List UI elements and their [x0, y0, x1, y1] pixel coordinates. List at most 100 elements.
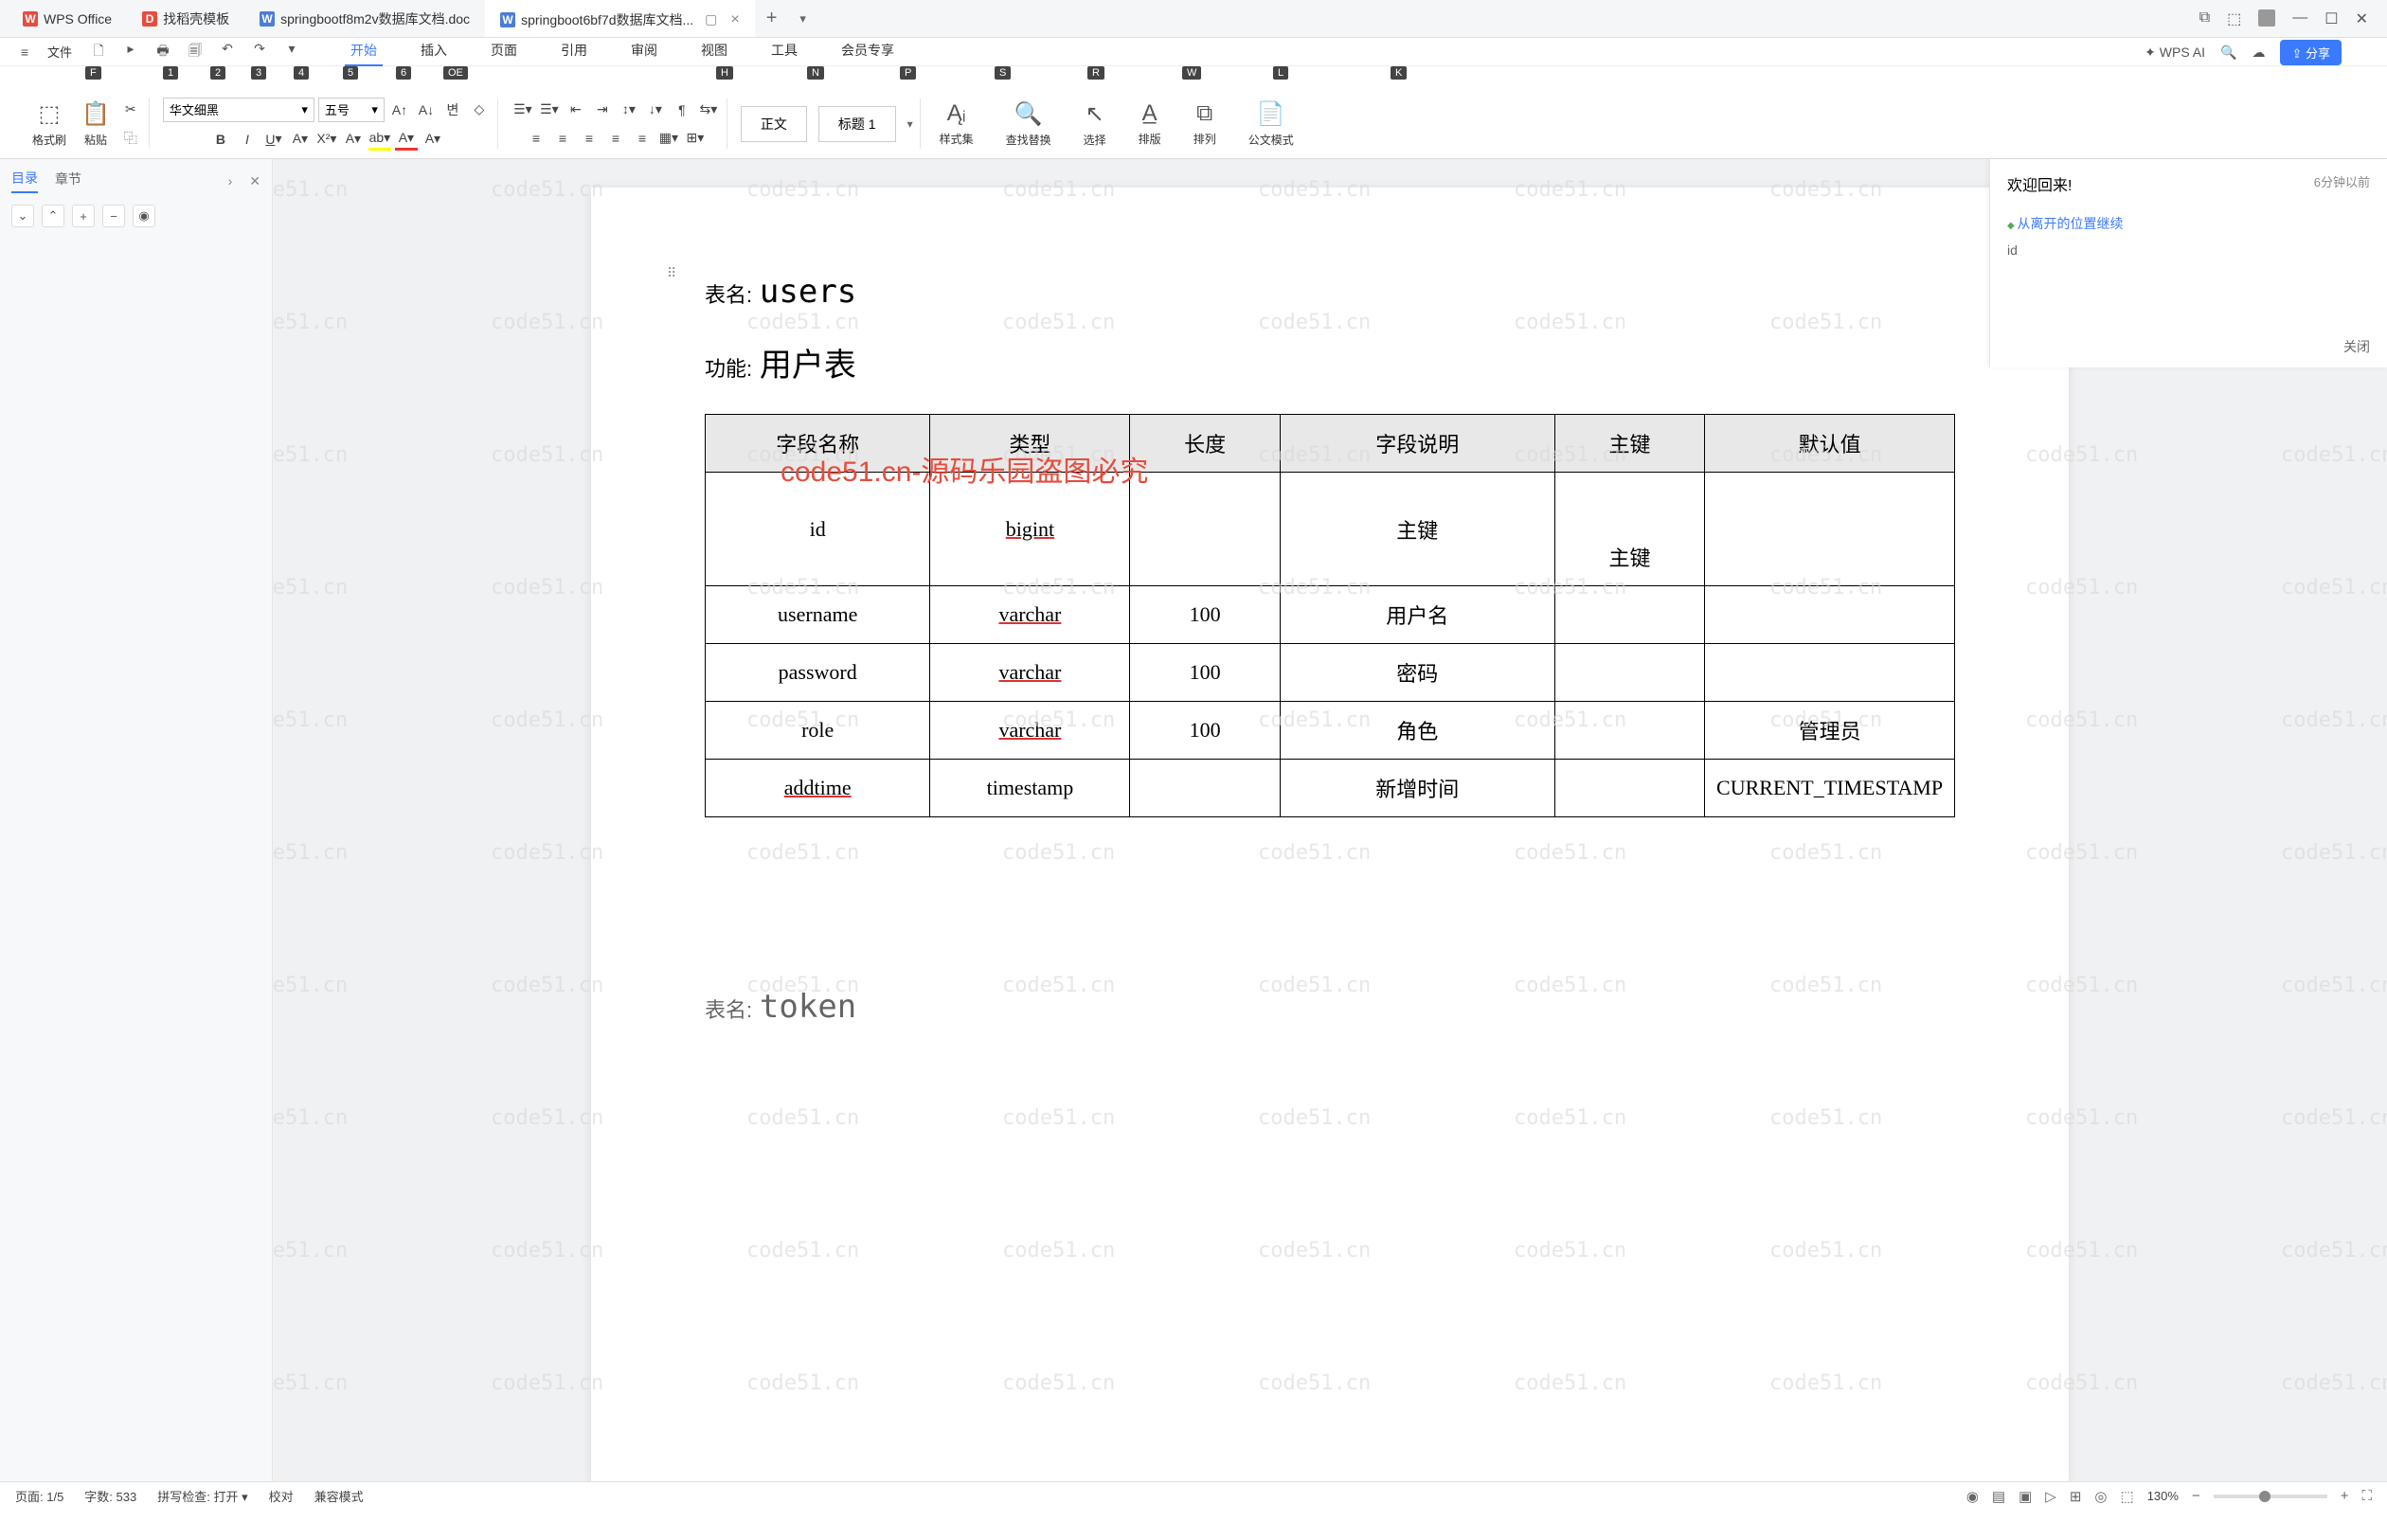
nav-icon[interactable]: ◎	[2094, 1488, 2107, 1505]
close-panel-icon[interactable]: ✕	[249, 173, 260, 189]
screen-icon[interactable]: ▢	[705, 11, 717, 27]
align-right-icon[interactable]: ≡	[578, 127, 601, 150]
font-shrink-icon[interactable]: A↓	[415, 98, 438, 121]
search-icon[interactable]: 🔍	[2220, 45, 2236, 61]
ribbon-tab-page[interactable]: 页面	[477, 35, 530, 65]
maximize-icon[interactable]: ☐	[2324, 9, 2338, 28]
clear-format-icon[interactable]: ◇	[468, 98, 491, 121]
save-icon[interactable]: 🖶	[153, 41, 172, 63]
copy-icon[interactable]: ⿻	[119, 127, 142, 150]
app-tab-doc1[interactable]: W springbootf8m2v数据库文档.doc	[244, 0, 485, 37]
read-view-icon[interactable]: ▣	[2019, 1488, 2032, 1505]
more-icon[interactable]: ▾	[282, 41, 301, 63]
add-item-button[interactable]: +	[72, 205, 95, 227]
resume-link[interactable]: 从离开的位置继续	[2007, 214, 2370, 233]
arrange-button[interactable]: ⧉排列	[1188, 97, 1222, 151]
app-tab-wps[interactable]: W WPS Office	[8, 0, 127, 37]
redo-icon[interactable]: ↷	[250, 41, 269, 63]
eye-button[interactable]: ◉	[133, 205, 155, 227]
align-center-icon[interactable]: ≡	[551, 127, 574, 150]
file-menu-button[interactable]: 文件	[40, 41, 80, 63]
zoom-value[interactable]: 130%	[2147, 1489, 2179, 1503]
drag-handle-icon[interactable]: ⠿	[667, 265, 676, 281]
bullet-list-icon[interactable]: ☰▾	[512, 98, 534, 121]
welcome-close-button[interactable]: 关闭	[2343, 337, 2370, 356]
play-icon[interactable]: ▷	[2045, 1488, 2056, 1505]
zoom-out-icon[interactable]: −	[2192, 1488, 2200, 1504]
print-preview-icon[interactable]: 🗐	[186, 41, 205, 63]
zoom-slider[interactable]	[2214, 1495, 2327, 1498]
fullscreen-icon[interactable]: ⛶	[2361, 1488, 2372, 1504]
screen-icon[interactable]: ⬚	[2121, 1488, 2134, 1505]
share-button[interactable]: ⇪ 分享	[2280, 40, 2342, 65]
align-left-icon[interactable]: ≡	[525, 127, 547, 150]
status-page[interactable]: 页面: 1/5	[15, 1487, 63, 1505]
sort-icon[interactable]: ↓▾	[644, 98, 667, 121]
cut-icon[interactable]: ✂	[119, 98, 142, 121]
indent-icon[interactable]: ⇥	[591, 98, 614, 121]
arrow-icon[interactable]: ▸	[121, 41, 140, 63]
undo-icon[interactable]: ↶	[218, 41, 237, 63]
status-proof[interactable]: 校对	[269, 1487, 294, 1505]
wps-ai-button[interactable]: ✦ WPS AI	[2145, 45, 2205, 61]
cloud-icon[interactable]: ☁	[2252, 45, 2265, 61]
menu-icon[interactable]: ≡	[15, 45, 34, 60]
font-color-icon[interactable]: A▾	[395, 128, 418, 151]
highlight-icon[interactable]: ab▾	[368, 128, 391, 151]
remove-item-button[interactable]: −	[102, 205, 125, 227]
line-spacing-icon[interactable]: ↕▾	[618, 98, 640, 121]
number-list-icon[interactable]: ☰▾	[538, 98, 561, 121]
app-tab-doc2[interactable]: W springboot6bf7d数据库文档... ▢ ×	[485, 0, 755, 37]
ribbon-tab-insert[interactable]: 插入	[407, 35, 460, 65]
add-tab-button[interactable]: +	[755, 8, 789, 29]
new-icon[interactable]: 🗋	[89, 41, 108, 63]
grid-icon[interactable]: ⊞	[2070, 1488, 2082, 1505]
zoom-in-icon[interactable]: +	[2341, 1488, 2349, 1504]
eye-icon[interactable]: ◉	[1966, 1488, 1979, 1505]
char-border-icon[interactable]: A▾	[422, 128, 444, 151]
status-spellcheck[interactable]: 拼写检查: 打开 ▾	[157, 1487, 247, 1505]
align-distribute-icon[interactable]: ≡	[631, 127, 654, 150]
style-set-button[interactable]: Ąᵢ样式集	[934, 97, 979, 151]
superscript-icon[interactable]: X²▾	[315, 128, 338, 151]
underline-icon[interactable]: U▾	[262, 128, 285, 151]
shading-icon[interactable]: ▦▾	[657, 127, 680, 150]
ribbon-tab-start[interactable]: 开始	[337, 35, 390, 65]
style-text-button[interactable]: 正文	[741, 106, 807, 142]
align-justify-icon[interactable]: ≡	[604, 127, 627, 150]
tab-icon[interactable]: ⇆▾	[697, 98, 720, 121]
chevron-right-icon[interactable]: ›	[228, 173, 233, 188]
font-family-select[interactable]: 华文细黑 ▾	[163, 98, 314, 122]
show-marks-icon[interactable]: ¶	[671, 98, 693, 121]
ribbon-tab-review[interactable]: 审阅	[618, 35, 671, 65]
font-size-select[interactable]: 五号 ▾	[318, 98, 385, 122]
minimize-icon[interactable]: —	[2292, 9, 2307, 28]
text-effect-icon[interactable]: A▾	[342, 128, 365, 151]
close-icon[interactable]: ×	[730, 11, 739, 28]
outdent-icon[interactable]: ⇤	[565, 98, 587, 121]
italic-icon[interactable]: I	[236, 128, 259, 151]
select-button[interactable]: ↖选择	[1078, 97, 1112, 152]
layout-button[interactable]: A̲排版	[1133, 97, 1167, 151]
font-grow-icon[interactable]: A↑	[388, 98, 411, 121]
bold-icon[interactable]: B	[209, 128, 232, 151]
style-h1-button[interactable]: 标题 1	[818, 106, 896, 142]
collapse-down-button[interactable]: ⌄	[11, 205, 34, 227]
multi-window-icon[interactable]: ⧉	[2199, 9, 2210, 28]
paper-mode-button[interactable]: 📄公文模式	[1243, 97, 1300, 152]
collapse-up-button[interactable]: ⌃	[42, 205, 64, 227]
avatar-icon[interactable]	[2258, 9, 2275, 27]
phonetic-icon[interactable]: 변	[441, 98, 464, 121]
page-view-icon[interactable]: ▤	[1992, 1488, 2005, 1505]
find-replace-button[interactable]: 🔍查找替换	[1000, 97, 1057, 152]
side-tab-chapter[interactable]: 章节	[55, 170, 81, 192]
ribbon-tab-member[interactable]: 会员专享	[828, 35, 907, 65]
tab-menu-button[interactable]: ▾	[788, 11, 817, 27]
cube-icon[interactable]: ⬚	[2227, 9, 2241, 28]
ribbon-tab-view[interactable]: 视图	[688, 35, 741, 65]
strike-icon[interactable]: A▾	[289, 128, 312, 151]
side-tab-outline[interactable]: 目录	[11, 169, 38, 193]
status-words[interactable]: 字数: 533	[84, 1487, 136, 1505]
ribbon-tab-ref[interactable]: 引用	[547, 35, 601, 65]
format-painter-button[interactable]: ⬚ 格式刷	[27, 97, 72, 152]
